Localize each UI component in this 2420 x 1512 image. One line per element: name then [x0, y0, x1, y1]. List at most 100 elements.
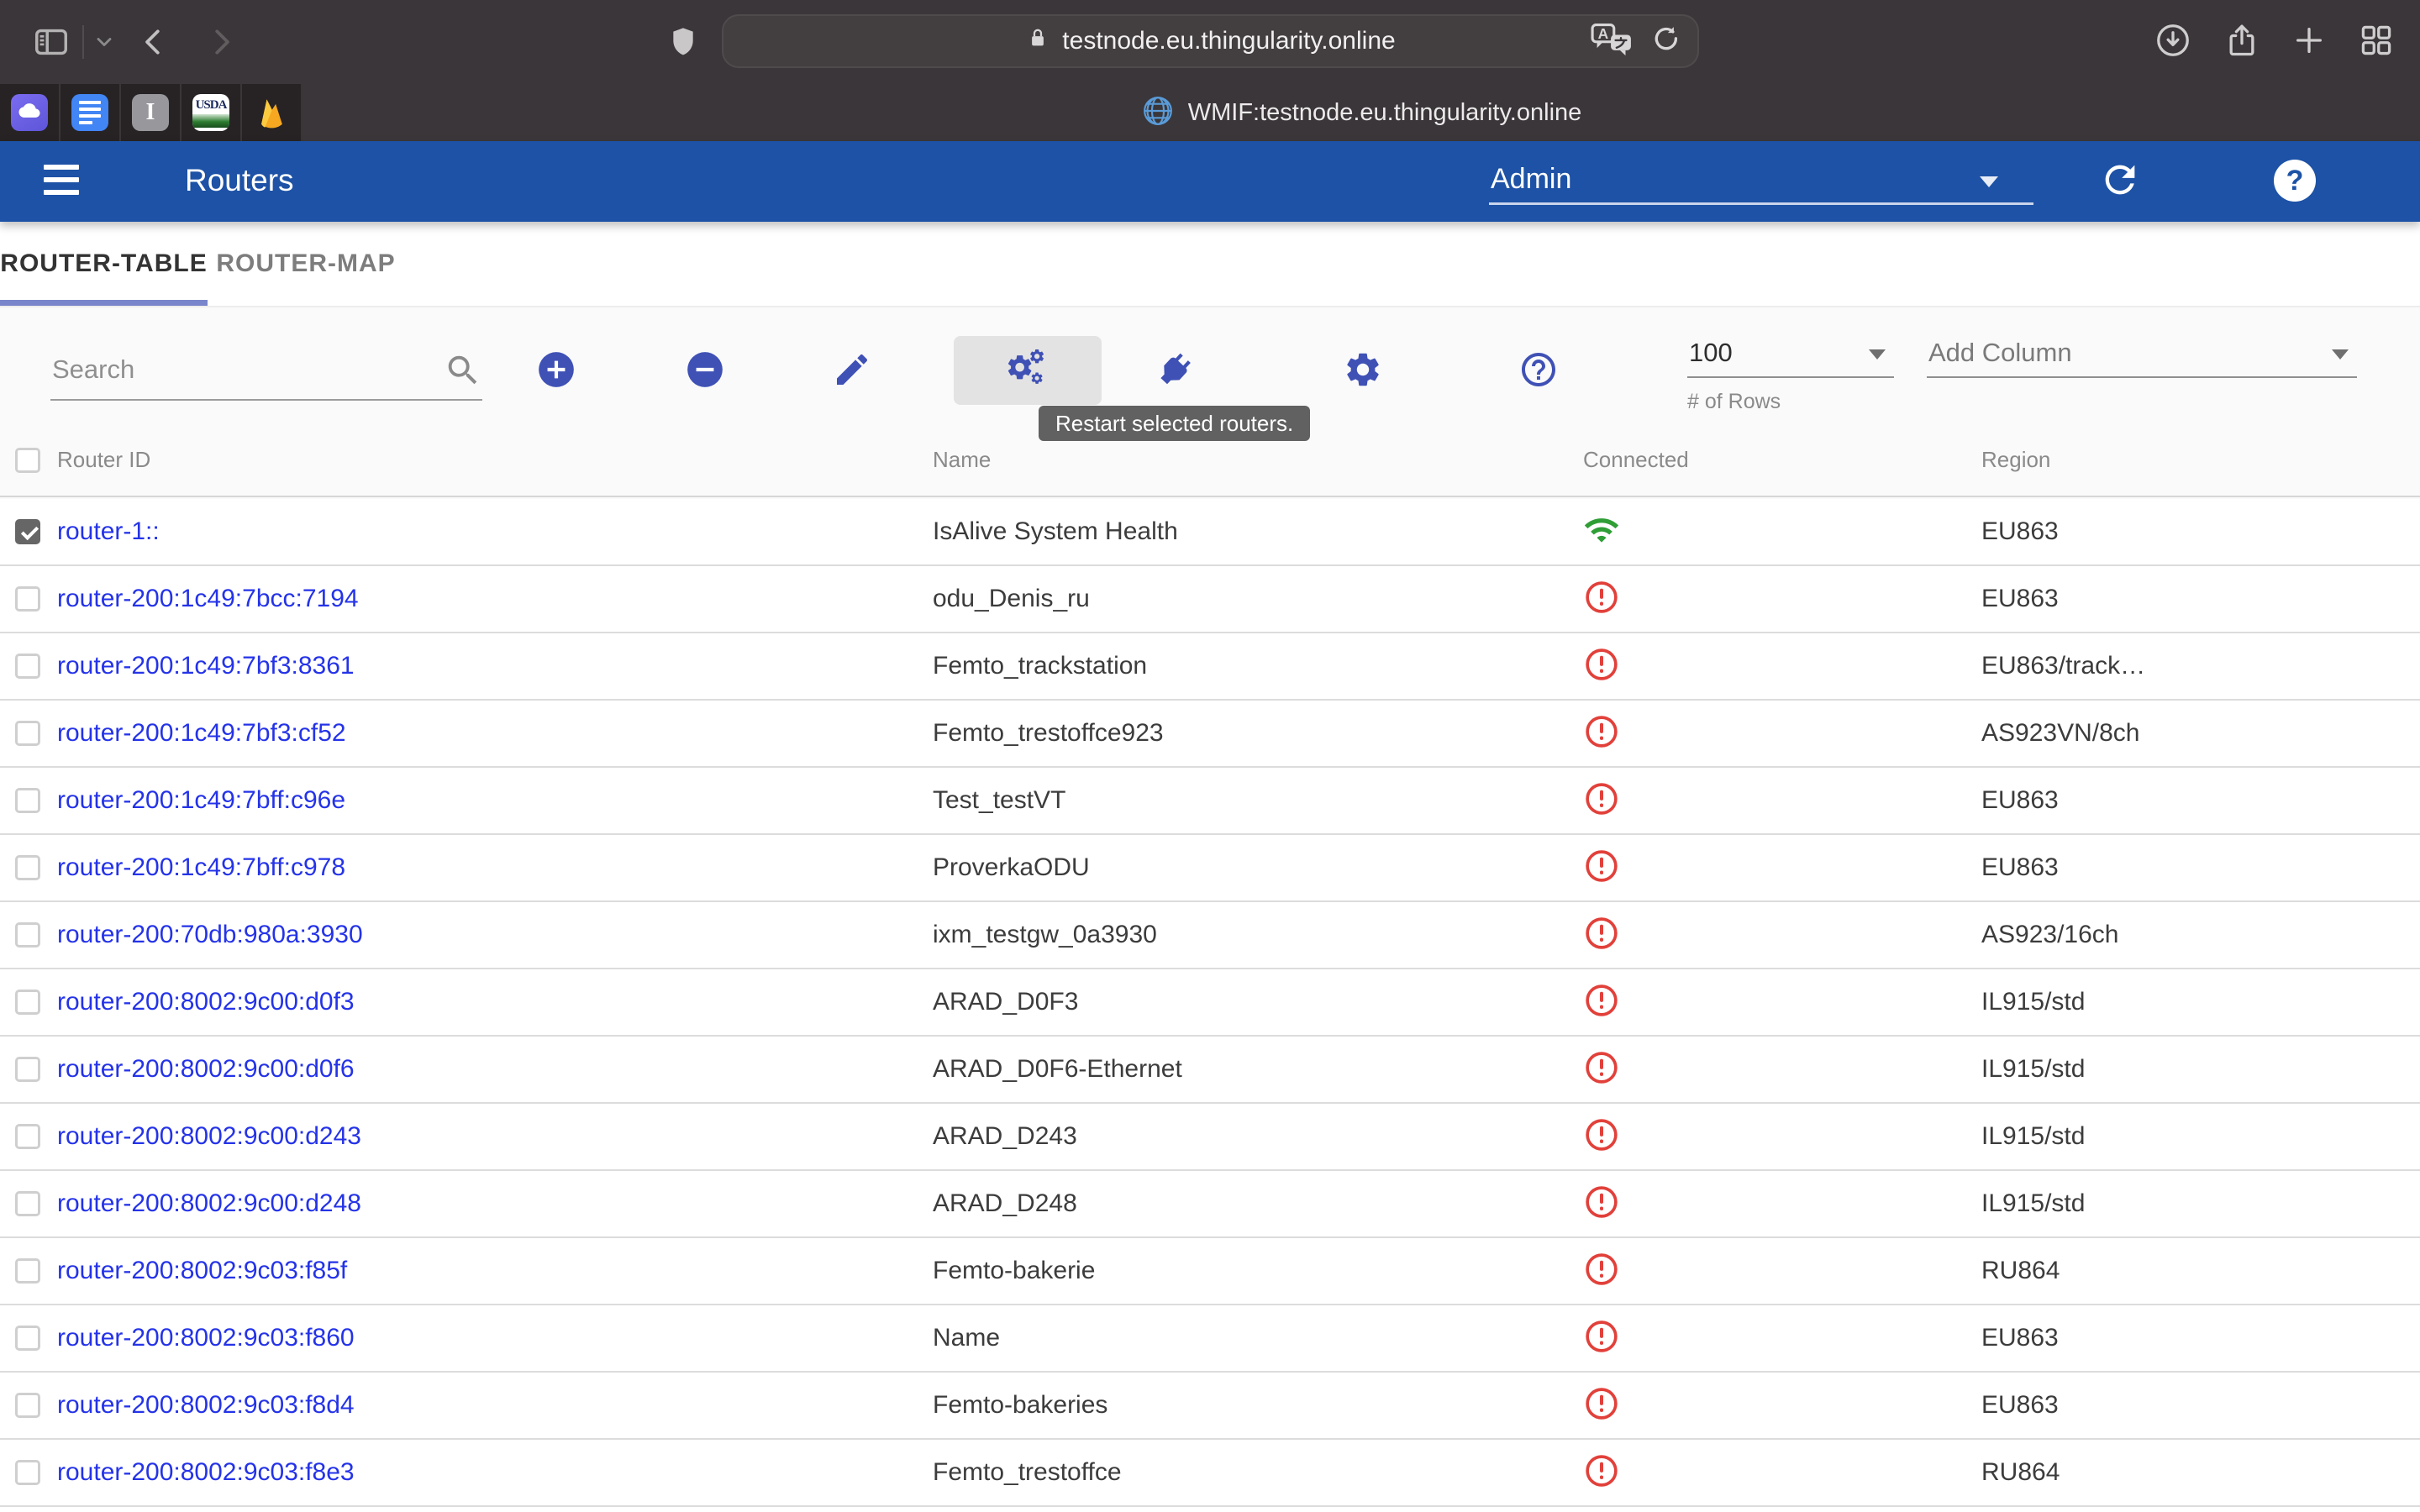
router-region: IL915/std — [1981, 988, 2420, 1016]
router-id-link[interactable]: router-200:1c49:7bf3:8361 — [57, 652, 933, 680]
connected-wifi-icon — [1583, 512, 1620, 553]
disconnected-error-icon — [1583, 1318, 1620, 1359]
router-id-link[interactable]: router-200:70db:980a:3930 — [57, 921, 933, 949]
table-row: router-200:8002:9c03:f8d4 Femto-bakeries… — [0, 1373, 2420, 1440]
router-id-link[interactable]: router-200:8002:9c00:d248 — [57, 1189, 933, 1218]
usda-icon: USDA — [192, 94, 229, 131]
router-name: ARAD_D0F3 — [933, 988, 1573, 1016]
connect-button[interactable] — [1153, 348, 1197, 391]
router-name: ARAD_D243 — [933, 1122, 1573, 1151]
refresh-button[interactable] — [2098, 158, 2142, 206]
help-button[interactable]: ? — [2274, 160, 2316, 202]
edit-router-button[interactable] — [830, 348, 874, 391]
pinned-tab-usda[interactable]: USDA — [182, 84, 242, 141]
chevron-down-icon[interactable] — [92, 30, 116, 54]
row-checkbox[interactable] — [15, 654, 40, 679]
row-checkbox[interactable] — [15, 519, 40, 544]
pinned-tab-firebase[interactable] — [242, 84, 302, 141]
router-region: EU863 — [1981, 585, 2420, 613]
router-id-link[interactable]: router-200:1c49:7bf3:cf52 — [57, 719, 933, 748]
settings-button[interactable] — [1341, 348, 1385, 391]
table-row: router-200:8002:9c03:f85f Femto-bakerie … — [0, 1238, 2420, 1305]
router-region: IL915/std — [1981, 1122, 2420, 1151]
restart-routers-button[interactable] — [1005, 348, 1049, 391]
translate-icon[interactable] — [1590, 21, 1634, 62]
browser-tab-strip: I USDA WMIF:testnode.eu.thingularity.onl… — [0, 84, 2420, 141]
tab-overview-icon[interactable] — [2358, 22, 2395, 63]
row-checkbox[interactable] — [15, 586, 40, 612]
row-checkbox[interactable] — [15, 922, 40, 948]
info-icon: I — [132, 94, 169, 131]
browser-toolbar: testnode.eu.thingularity.online — [0, 0, 2420, 84]
router-id-link[interactable]: router-200:8002:9c03:f8e3 — [57, 1458, 933, 1487]
tab-router-table[interactable]: ROUTER-TABLE — [0, 222, 208, 306]
pinned-tab-info[interactable]: I — [121, 84, 182, 141]
active-tab-indicator — [0, 300, 208, 306]
router-id-link[interactable]: router-200:1c49:7bff:c96e — [57, 786, 933, 815]
router-region: RU864 — [1981, 1458, 2420, 1487]
router-id-link[interactable]: router-200:8002:9c03:f85f — [57, 1257, 933, 1285]
row-checkbox[interactable] — [15, 1460, 40, 1485]
remove-router-button[interactable] — [683, 348, 727, 391]
reload-icon[interactable] — [1650, 24, 1682, 60]
row-checkbox[interactable] — [15, 990, 40, 1015]
sidebar-toggle-icon[interactable] — [32, 23, 71, 61]
router-region: AS923/16ch — [1981, 921, 2420, 949]
rows-per-page-value: 100 — [1689, 338, 1733, 368]
router-name: Femto_trestoffce — [933, 1458, 1573, 1487]
back-button-icon[interactable] — [138, 26, 170, 58]
row-checkbox[interactable] — [15, 855, 40, 880]
screen: testnode.eu.thingularity.online I USDA — [0, 0, 2420, 1512]
row-checkbox[interactable] — [15, 721, 40, 746]
table-row: router-200:8002:9c03:f860 Name EU863 — [0, 1305, 2420, 1373]
globe-favicon — [1141, 94, 1175, 132]
pinned-tab-docs[interactable] — [60, 84, 121, 141]
add-column-select[interactable]: Add Column — [1927, 333, 2357, 378]
router-id-link[interactable]: router-200:8002:9c00:d0f6 — [57, 1055, 933, 1084]
tab-router-map[interactable]: ROUTER-MAP — [208, 222, 404, 306]
router-id-link[interactable]: router-200:8002:9c03:f860 — [57, 1324, 933, 1352]
row-checkbox[interactable] — [15, 1393, 40, 1418]
add-router-button[interactable] — [534, 348, 578, 391]
lock-icon — [1025, 24, 1050, 58]
select-all-checkbox[interactable] — [15, 448, 40, 473]
table-help-button[interactable] — [1517, 348, 1560, 391]
menu-icon[interactable] — [44, 165, 79, 195]
router-region: RU864 — [1981, 1257, 2420, 1285]
row-checkbox[interactable] — [15, 1191, 40, 1216]
router-id-link[interactable]: router-200:8002:9c00:d243 — [57, 1122, 933, 1151]
router-id-link[interactable]: router-1:: — [57, 517, 933, 546]
router-id-link[interactable]: router-200:1c49:7bcc:7194 — [57, 585, 933, 613]
router-name: ARAD_D248 — [933, 1189, 1573, 1218]
row-checkbox[interactable] — [15, 1124, 40, 1149]
row-checkbox[interactable] — [15, 1326, 40, 1351]
search-input[interactable] — [50, 348, 430, 391]
table-row: router-200:1c49:7bff:c96e Test_testVT EU… — [0, 768, 2420, 835]
user-role-dropdown[interactable]: Admin — [1489, 153, 2033, 205]
disconnected-error-icon — [1583, 579, 1620, 620]
disconnected-error-icon — [1583, 1452, 1620, 1494]
new-tab-icon[interactable] — [2292, 24, 2326, 61]
row-checkbox[interactable] — [15, 1057, 40, 1082]
search-icon — [444, 351, 482, 394]
active-tab-title: WMIF:testnode.eu.thingularity.online — [1188, 99, 1582, 127]
router-region: EU863/track… — [1981, 652, 2420, 680]
router-id-link[interactable]: router-200:8002:9c00:d0f3 — [57, 988, 933, 1016]
row-checkbox[interactable] — [15, 1258, 40, 1284]
table-row: router-200:8002:9c03:f8e3 Femto_trestoff… — [0, 1440, 2420, 1507]
privacy-shield-icon[interactable] — [666, 24, 700, 65]
router-name: Femto_trackstation — [933, 652, 1573, 680]
address-bar[interactable]: testnode.eu.thingularity.online — [722, 14, 1699, 68]
add-column-value: Add Column — [1928, 338, 2072, 368]
active-browser-tab[interactable]: WMIF:testnode.eu.thingularity.online — [302, 84, 2420, 141]
col-name: Name — [933, 447, 1573, 473]
forward-button-icon[interactable] — [205, 26, 237, 58]
pinned-tab-icloud[interactable] — [0, 84, 60, 141]
downloads-icon[interactable] — [2154, 22, 2191, 63]
row-checkbox[interactable] — [15, 788, 40, 813]
router-table-view: Restart selected routers. 100 # of Rows … — [0, 307, 2420, 1512]
rows-per-page-select[interactable]: 100 — [1687, 333, 1894, 378]
share-icon[interactable] — [2223, 22, 2260, 63]
router-id-link[interactable]: router-200:8002:9c03:f8d4 — [57, 1391, 933, 1420]
router-id-link[interactable]: router-200:1c49:7bff:c978 — [57, 853, 933, 882]
